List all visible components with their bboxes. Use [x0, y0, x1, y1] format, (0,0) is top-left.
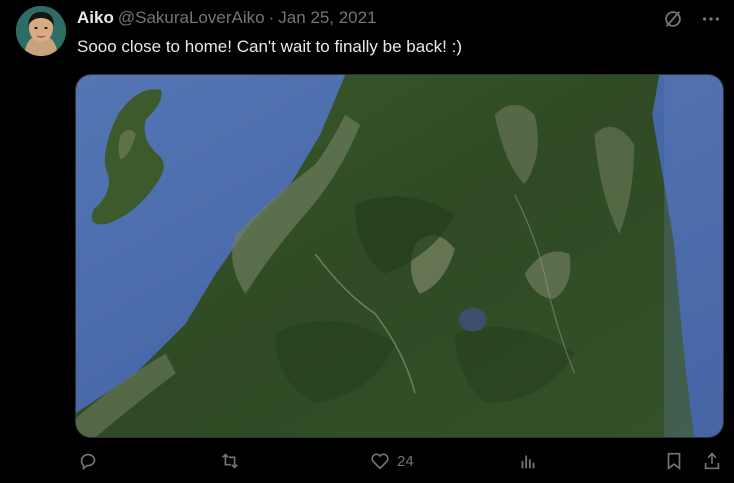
tweet: Aiko @SakuraLoverAiko · Jan 25, 2021 Soo…: [0, 0, 734, 483]
like-icon: [371, 453, 389, 470]
author-handle[interactable]: @SakuraLoverAiko: [118, 8, 265, 28]
like-action[interactable]: 24: [369, 450, 414, 472]
header-icons: [662, 8, 722, 30]
tweet-date[interactable]: Jan 25, 2021: [278, 8, 376, 28]
avatar[interactable]: [16, 6, 66, 56]
like-count: 24: [397, 452, 414, 470]
grok-slash-icon[interactable]: [662, 8, 684, 30]
avatar-image: [16, 6, 66, 56]
author-name[interactable]: Aiko: [77, 8, 114, 28]
tweet-media[interactable]: [75, 74, 724, 438]
more-icon[interactable]: [700, 8, 722, 30]
reply-icon: [80, 453, 96, 470]
bookmark-icon: [667, 452, 681, 470]
reply-action[interactable]: [78, 450, 106, 472]
action-bar: 24: [75, 450, 724, 478]
retweet-action[interactable]: [219, 450, 247, 472]
header-separator: ·: [268, 8, 275, 27]
views-action[interactable]: [517, 450, 545, 472]
share-icon: [704, 452, 720, 470]
share-action[interactable]: [701, 450, 723, 472]
views-icon: [521, 455, 535, 469]
tweet-header: Aiko @SakuraLoverAiko · Jan 25, 2021: [77, 8, 377, 28]
bookmark-action[interactable]: [663, 450, 685, 472]
tweet-text: Sooo close to home! Can't wait to finall…: [77, 37, 462, 56]
retweet-icon: [222, 453, 238, 469]
satellite-image: [76, 75, 723, 437]
